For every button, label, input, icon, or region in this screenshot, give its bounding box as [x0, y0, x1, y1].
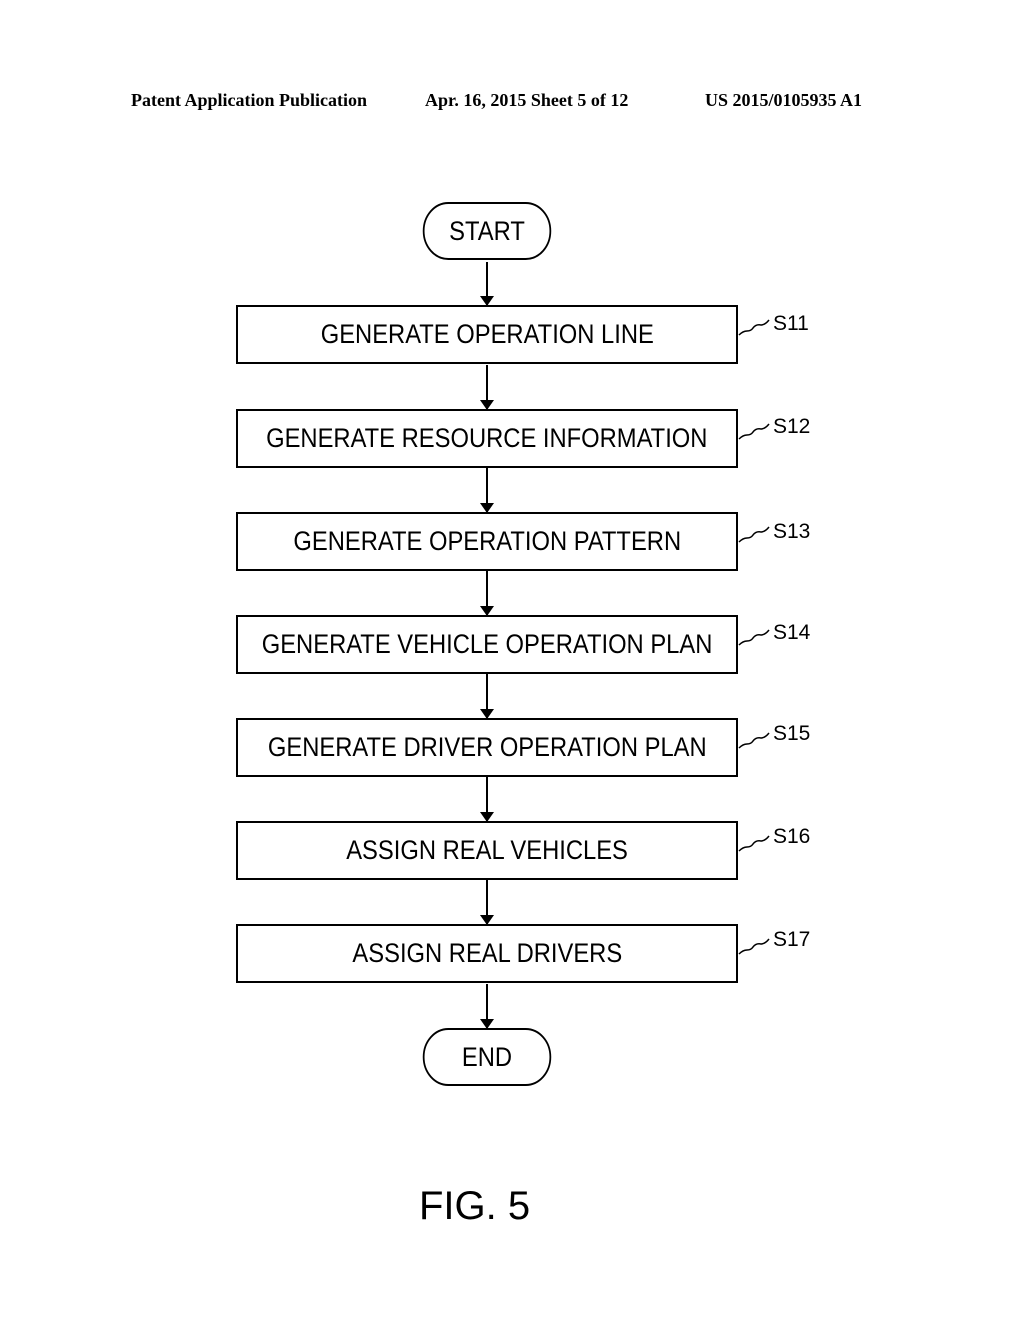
- step-id-s14: S14: [773, 621, 811, 644]
- step-label: GENERATE OPERATION PATTERN: [293, 526, 681, 556]
- step-label: ASSIGN REAL DRIVERS: [352, 938, 622, 968]
- step-leader-line: [738, 629, 770, 646]
- flow-step-s17: ASSIGN REAL DRIVERS: [236, 924, 738, 983]
- step-leader-line: [738, 835, 770, 852]
- flow-step-s11: GENERATE OPERATION LINE: [236, 305, 738, 364]
- header-patent-number: US 2015/0105935 A1: [705, 90, 863, 110]
- step-label: GENERATE OPERATION LINE: [320, 319, 654, 349]
- flow-step-s12: GENERATE RESOURCE INFORMATION: [236, 409, 738, 468]
- step-label: GENERATE DRIVER OPERATION PLAN: [267, 732, 707, 762]
- step-id-s11: S11: [773, 312, 809, 335]
- step-id-s17: S17: [773, 928, 811, 951]
- step-leader-line: [738, 732, 770, 749]
- end-terminal: END: [422, 1028, 552, 1086]
- header-date-sheet: Apr. 16, 2015 Sheet 5 of 12: [425, 90, 629, 110]
- step-id-s13: S13: [773, 520, 811, 543]
- step-id-s12: S12: [773, 415, 811, 438]
- start-terminal: START: [422, 202, 552, 260]
- step-label: GENERATE VEHICLE OPERATION PLAN: [261, 629, 713, 659]
- flow-step-s14: GENERATE VEHICLE OPERATION PLAN: [236, 615, 738, 674]
- step-label: ASSIGN REAL VEHICLES: [346, 835, 628, 865]
- end-label: END: [461, 1041, 513, 1072]
- step-leader-line: [738, 526, 770, 543]
- step-id-s15: S15: [773, 722, 811, 745]
- step-leader-line: [738, 319, 770, 336]
- header-publication-type: Patent Application Publication: [131, 90, 368, 110]
- step-leader-line: [738, 423, 770, 440]
- step-id-s16: S16: [773, 825, 811, 848]
- step-label: GENERATE RESOURCE INFORMATION: [266, 423, 708, 453]
- step-leader-line: [738, 938, 770, 955]
- start-label: START: [449, 215, 525, 246]
- flow-step-s15: GENERATE DRIVER OPERATION PLAN: [236, 718, 738, 777]
- flow-step-s13: GENERATE OPERATION PATTERN: [236, 512, 738, 571]
- flow-step-s16: ASSIGN REAL VEHICLES: [236, 821, 738, 880]
- figure-label: FIG. 5: [419, 1184, 531, 1228]
